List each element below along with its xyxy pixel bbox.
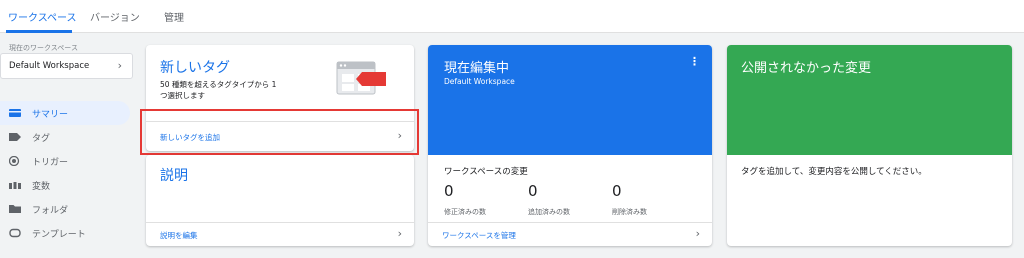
added-label: 追加済みの数 [528,208,570,216]
unpublished-header: 公開されなかった変更 [727,45,1012,155]
more-vert-icon[interactable]: ⋮ [689,55,700,68]
editing-workspace-name: Default Workspace [444,77,515,86]
modified-label: 修正済みの数 [444,208,486,216]
workspace-changes-title: ワークスペースの変更 [444,167,528,177]
new-tag-title: 新しいタグ [160,60,230,76]
description-footer[interactable]: 説明を編集 › [146,222,414,246]
unpublished-title: 公開されなかった変更 [741,61,872,76]
workspace-selector[interactable]: Default Workspace › [0,53,133,79]
sidebar-item-variables[interactable]: 変数 [0,173,130,197]
trigger-icon [9,156,20,166]
deleted-count: 0 [612,182,622,200]
workspace-name: Default Workspace [9,61,90,71]
current-editing-card: 現在編集中 Default Workspace ⋮ ワークスペースの変更 0 修… [428,45,712,246]
sidebar-item-label: トリガー [32,158,69,168]
sidebar-item-templates[interactable]: テンプレート [0,221,130,245]
modified-count: 0 [444,182,454,200]
tab-workspace[interactable]: ワークスペース [8,9,77,24]
editing-header: 現在編集中 Default Workspace ⋮ [428,45,712,155]
tag-icon [9,133,21,141]
sidebar-item-summary[interactable]: サマリー [0,101,130,125]
new-tag-description-2: つ選択します [160,91,205,100]
top-nav: ワークスペース バージョン 管理 [0,0,1024,33]
active-tab-indicator [6,30,72,33]
variables-icon [9,182,21,189]
unpublished-changes-card: 公開されなかった変更 タグを追加して、変更内容を公開してください。 [727,45,1012,246]
added-count: 0 [528,182,538,200]
new-tag-description-1: 50 種類を超えるタグタイプから 1 [160,80,277,89]
chevron-right-icon: › [397,227,402,240]
folder-icon [9,205,21,213]
sidebar-item-triggers[interactable]: トリガー [0,149,130,173]
tab-admin[interactable]: 管理 [164,9,184,24]
template-icon [9,228,21,238]
highlight-box [140,109,419,155]
sidebar-item-label: タグ [32,134,51,144]
sidebar-item-label: サマリー [32,110,69,120]
summary-icon [9,109,21,117]
unpublished-message: タグを追加して、変更内容を公開してください。 [741,167,927,177]
workspace-label: 現在のワークスペース [9,44,78,52]
chevron-right-icon: › [695,227,700,240]
manage-workspace-link[interactable]: ワークスペースを管理 [442,230,516,241]
edit-description-link[interactable]: 説明を編集 [160,230,198,241]
deleted-label: 削除済み数 [612,208,647,216]
sidebar-item-tags[interactable]: タグ [0,125,130,149]
tag-illustration-icon [336,61,386,95]
description-title: 説明 [160,168,188,184]
tab-versions[interactable]: バージョン [90,9,140,24]
editing-footer[interactable]: ワークスペースを管理 › [428,222,712,246]
chevron-right-icon: › [117,59,122,72]
sidebar: 現在のワークスペース Default Workspace › サマリー タグ ト… [0,34,136,258]
sidebar-item-label: フォルダ [32,206,69,216]
sidebar-item-label: テンプレート [32,230,86,240]
sidebar-item-label: 変数 [32,182,51,192]
description-card: 説明 説明を編集 › [146,155,414,246]
sidebar-item-folders[interactable]: フォルダ [0,197,130,221]
editing-title: 現在編集中 [444,61,510,76]
